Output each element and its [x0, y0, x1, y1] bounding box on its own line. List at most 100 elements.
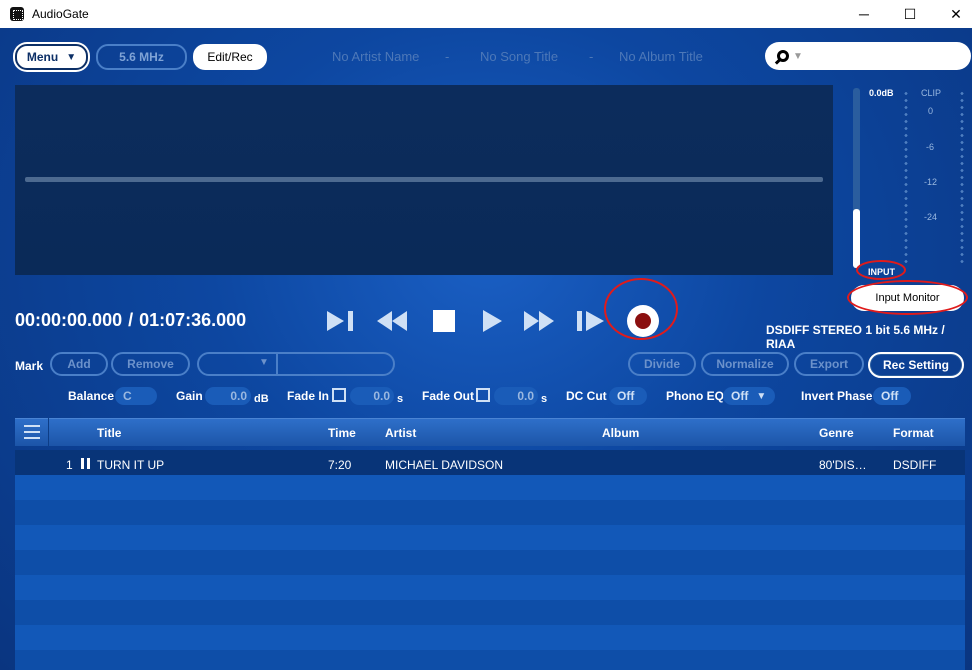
divide-button[interactable]: Divide: [628, 352, 696, 376]
fade-out-unit: s: [541, 393, 548, 405]
column-header-album[interactable]: Album: [602, 426, 639, 440]
edit-rec-button[interactable]: Edit/Rec: [193, 44, 267, 70]
meter-scale-label: -24: [924, 212, 938, 222]
invert-phase-toggle[interactable]: Off: [873, 387, 911, 405]
app-logo-icon: [10, 7, 24, 21]
fade-out-field[interactable]: 0.0: [494, 387, 538, 405]
search-options-icon[interactable]: ▼: [793, 51, 803, 62]
sample-rate-button[interactable]: 5.6 MHz: [96, 44, 187, 70]
search-icon[interactable]: [777, 50, 789, 62]
phono-eq-select[interactable]: Off ▼: [723, 387, 775, 405]
fade-out-checkbox[interactable]: [476, 388, 490, 402]
chevron-down-icon: ▼: [259, 357, 269, 368]
track-title: TURN IT UP: [97, 458, 165, 472]
fade-in-field[interactable]: 0.0: [350, 387, 394, 405]
invert-phase-label: Invert Phase: [801, 389, 873, 403]
meter-db-readout: 0.0dB: [869, 88, 894, 98]
format-info: DSDIFF STEREO 1 bit 5.6 MHz / RIAA: [766, 323, 945, 351]
track-index: 1: [66, 458, 73, 472]
current-time: 00:00:00.000: [15, 310, 123, 330]
fade-in-unit: s: [397, 393, 404, 405]
mark-selector-divider: [276, 354, 278, 374]
table-row-empty: [15, 475, 965, 500]
phono-eq-value: Off: [731, 389, 749, 403]
table-row-empty: [15, 525, 965, 550]
table-row-empty: [15, 575, 965, 600]
menu-label: Menu: [26, 50, 59, 64]
meter-scale-label: 0: [928, 106, 934, 116]
chevron-down-icon: ▼: [66, 51, 77, 63]
search-box[interactable]: ▼: [765, 42, 971, 70]
pause-icon: [81, 458, 91, 469]
input-level-fill: [853, 209, 860, 268]
column-header-artist[interactable]: Artist: [385, 426, 416, 440]
song-info-separator: -: [589, 49, 594, 64]
export-button[interactable]: Export: [794, 352, 864, 376]
song-title: No Song Title: [480, 49, 559, 64]
hamburger-icon: [23, 425, 40, 427]
song-info-separator: -: [445, 49, 450, 64]
column-header-genre[interactable]: Genre: [819, 426, 854, 440]
waveform-display[interactable]: [15, 85, 833, 275]
column-menu-button[interactable]: [15, 418, 49, 446]
menu-button[interactable]: Menu ▼: [15, 44, 88, 70]
fast-forward-button[interactable]: [521, 308, 557, 334]
add-mark-button[interactable]: Add: [50, 352, 108, 376]
track-list: [15, 450, 965, 670]
mark-label: Mark: [15, 359, 44, 373]
time-separator: /: [128, 310, 134, 330]
annotation-circle: [604, 278, 678, 340]
stop-button[interactable]: [426, 308, 462, 334]
annotation-circle: [847, 280, 968, 315]
fast-forward-icon: [524, 311, 554, 331]
fade-in-label: Fade In: [287, 389, 330, 403]
hamburger-icon: [23, 437, 40, 439]
fade-out-label: Fade Out: [422, 389, 475, 403]
track-format: DSDIFF: [893, 458, 937, 472]
track-genre: 80'DIS…: [819, 458, 867, 472]
phono-eq-label: Phono EQ: [666, 389, 724, 403]
input-level-meter: [853, 88, 860, 268]
play-button[interactable]: [474, 308, 510, 334]
remove-mark-button[interactable]: Remove: [111, 352, 190, 376]
total-time: 01:07:36.000: [139, 310, 247, 330]
dc-cut-toggle[interactable]: Off: [609, 387, 647, 405]
table-row-empty: [15, 500, 965, 525]
balance-field[interactable]: C: [115, 387, 157, 405]
search-input[interactable]: [808, 49, 971, 63]
normalize-button[interactable]: Normalize: [701, 352, 789, 376]
meter-clip-label: CLIP: [921, 88, 942, 98]
mark-selector[interactable]: ▼: [197, 352, 395, 376]
rewind-icon: [377, 311, 407, 331]
meter-dots-right: [960, 90, 964, 265]
artist-name: No Artist Name: [332, 49, 420, 64]
column-header-format[interactable]: Format: [893, 426, 934, 440]
meter-scale-label: -6: [926, 142, 935, 152]
table-row-empty: [15, 650, 965, 670]
balance-label: Balance: [68, 389, 115, 403]
column-header-title[interactable]: Title: [97, 426, 121, 440]
fade-in-checkbox[interactable]: [332, 388, 346, 402]
hamburger-icon: [23, 431, 40, 433]
rewind-button[interactable]: [374, 308, 410, 334]
time-display: 00:00:00.000/01:07:36.000: [15, 310, 246, 331]
rec-setting-button[interactable]: Rec Setting: [868, 352, 964, 378]
annotation-circle: [856, 260, 906, 280]
skip-to-next-button[interactable]: [323, 308, 359, 334]
close-button[interactable]: ✕: [933, 0, 972, 28]
gain-label: Gain: [176, 389, 203, 403]
table-row-empty: [15, 550, 965, 575]
maximize-button[interactable]: ☐: [887, 0, 933, 28]
pause-play-icon: [577, 311, 604, 331]
play-icon: [483, 310, 502, 332]
gain-field[interactable]: 0.0: [205, 387, 251, 405]
gain-unit: dB: [254, 393, 269, 405]
chevron-down-icon: ▼: [756, 390, 767, 402]
window-titlebar: AudioGate ─ ☐ ✕: [0, 0, 972, 28]
app-main: Menu ▼ 5.6 MHz Edit/Rec No Artist Name -…: [0, 28, 972, 670]
skip-next-icon: [327, 311, 353, 331]
table-row-empty: [15, 625, 965, 650]
minimize-button[interactable]: ─: [841, 0, 887, 28]
waveform-baseline: [25, 177, 823, 182]
column-header-time[interactable]: Time: [328, 426, 356, 440]
